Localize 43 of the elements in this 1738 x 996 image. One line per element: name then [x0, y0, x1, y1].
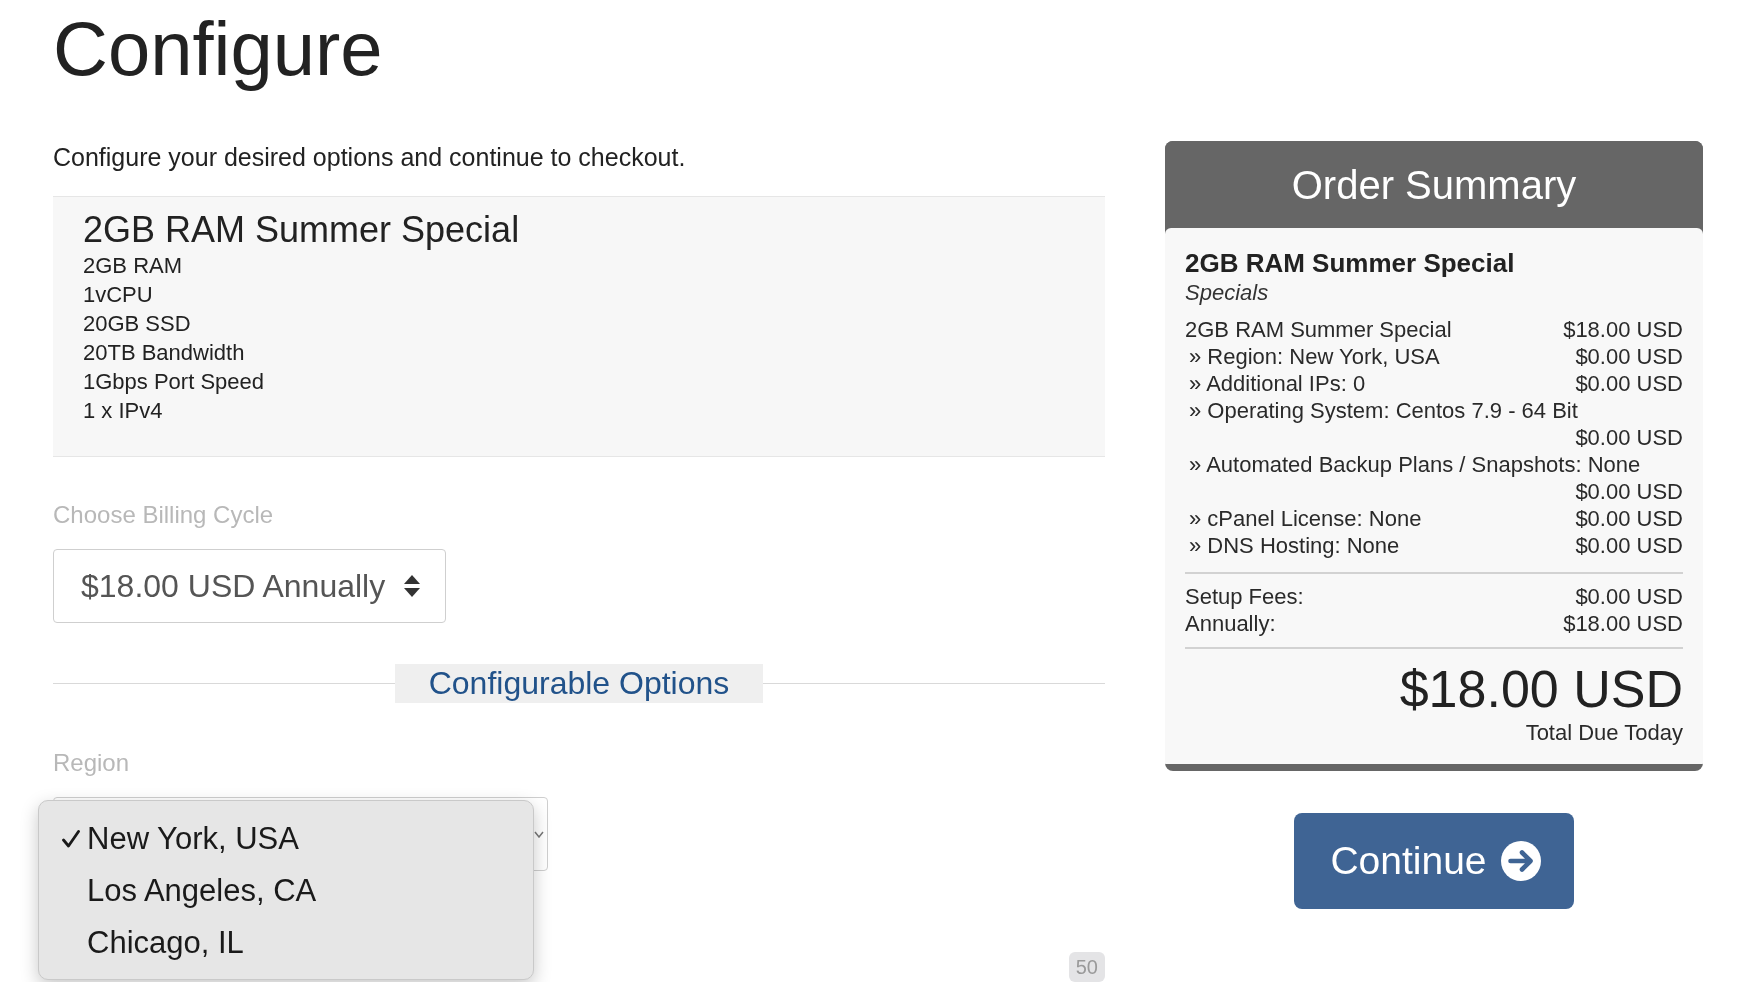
- line-item-label: » Automated Backup Plans / Snapshots: None: [1189, 451, 1641, 478]
- dropdown-option[interactable]: Los Angeles, CA: [39, 865, 331, 917]
- product-feature: 1Gbps Port Speed: [83, 368, 264, 396]
- line-item-price: $0.00 USD: [1575, 370, 1683, 397]
- subtitle-text: Configure your desired options and continue to checkout.: [53, 142, 686, 173]
- line-item-label: » DNS Hosting: None: [1189, 532, 1400, 559]
- line-item-label: 2GB RAM Summer Special: [1185, 316, 1452, 343]
- line-item-label: » cPanel License: None: [1189, 505, 1422, 532]
- product-feature: 20GB SSD: [83, 310, 191, 338]
- totals-label: Annually:: [1185, 610, 1276, 637]
- billing-cycle-select[interactable]: $18.00 USD Annually: [53, 549, 446, 623]
- line-item-label: » Region: New York, USA: [1189, 343, 1440, 370]
- line-item-price: $0.00 USD: [1575, 478, 1683, 505]
- product-feature: 1 x IPv4: [83, 397, 163, 425]
- continue-button[interactable]: Continue: [1294, 813, 1574, 909]
- product-feature: 1vCPU: [83, 281, 153, 309]
- number-badge: 50: [1068, 952, 1105, 982]
- arrow-circle-icon: [1500, 841, 1541, 881]
- summary-product-group: Specials: [1185, 280, 1269, 306]
- line-item-price: $0.00 USD: [1575, 532, 1683, 559]
- line-item-label: » Operating System: Centos 7.9 - 64 Bit: [1189, 397, 1578, 424]
- totals-label: Setup Fees:: [1185, 583, 1304, 610]
- section-heading: Configurable Options: [394, 664, 764, 703]
- product-feature: 20TB Bandwidth: [83, 339, 245, 367]
- chevron-down-icon: [534, 830, 544, 838]
- dropdown-option[interactable]: New York, USA: [39, 813, 313, 865]
- totals-amount: $18.00 USD: [1563, 610, 1683, 637]
- up-down-caret-icon: [404, 575, 420, 597]
- field-label: Choose Billing Cycle: [53, 500, 274, 530]
- line-item-price: $0.00 USD: [1575, 343, 1683, 370]
- dropdown-option[interactable]: Chicago, IL: [39, 917, 258, 969]
- totals-amount: $0.00 USD: [1575, 583, 1683, 610]
- total-due-amount: $18.00 USD: [1399, 661, 1683, 717]
- line-item-price: $0.00 USD: [1575, 505, 1683, 532]
- order-summary-title: Order Summary: [1291, 161, 1577, 209]
- field-label: Region: [53, 748, 130, 778]
- line-item-price: $18.00 USD: [1563, 316, 1683, 343]
- summary-product-name: 2GB RAM Summer Special: [1185, 248, 1515, 278]
- line-item-price: $0.00 USD: [1575, 424, 1683, 451]
- product-feature: 2GB RAM: [83, 252, 183, 280]
- product-name: 2GB RAM Summer Special: [83, 209, 520, 251]
- total-due-label: Total Due Today: [1525, 720, 1683, 746]
- line-item-label: » Additional IPs: 0: [1189, 370, 1366, 397]
